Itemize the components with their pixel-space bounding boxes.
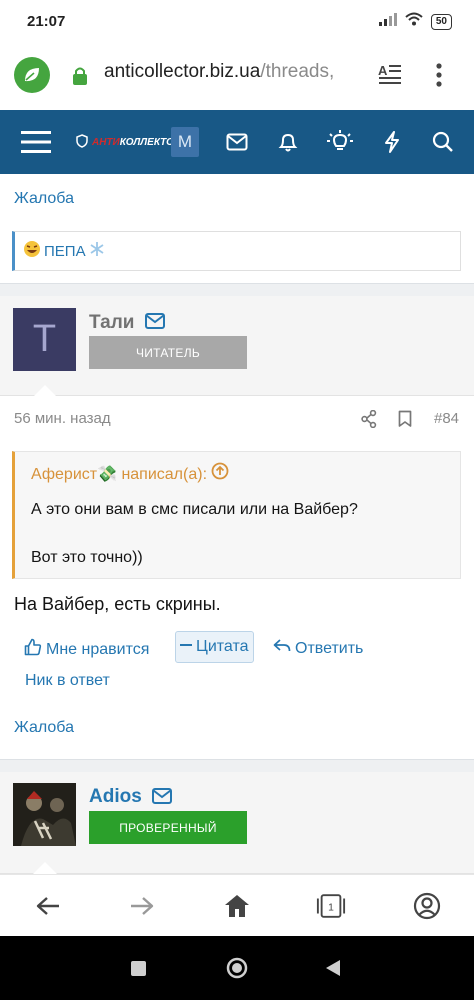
reply-label: Ответить — [295, 639, 364, 657]
go-to-quote-icon[interactable] — [211, 462, 229, 485]
reply-button[interactable]: Ответить — [273, 638, 363, 659]
url-host: anticollector.biz.ua — [104, 61, 261, 82]
next-user-avatar[interactable] — [13, 783, 76, 846]
activity-bolt-icon[interactable] — [376, 126, 408, 158]
quote-line-1: А это они вам в смс писали или на Вайбер… — [31, 501, 358, 518]
status-time: 21:07 — [27, 13, 66, 30]
forum-navbar: АНТИКОЛЛЕКТОР M — [0, 110, 474, 174]
quote-header[interactable]: Аферист💸 написал(а): — [31, 462, 229, 485]
tab-count: 1 — [328, 903, 334, 914]
snowflake-icon — [89, 241, 105, 261]
like-button[interactable]: Мне нравится — [24, 638, 149, 661]
search-icon[interactable] — [427, 126, 459, 158]
back-triangle-icon[interactable] — [325, 959, 341, 982]
thumbs-up-icon — [24, 638, 42, 661]
user-role-banner: ЧИТАТЕЛЬ — [89, 336, 247, 369]
browser-bottom-nav: 1 — [0, 874, 474, 936]
url-path: /threads, — [260, 61, 335, 82]
logo-prefix: АНТИ — [92, 137, 120, 148]
user-avatar[interactable]: Т — [13, 308, 76, 371]
post-number[interactable]: #84 — [434, 410, 459, 427]
home-icon[interactable] — [222, 891, 252, 921]
like-label: Мне нравится — [46, 640, 150, 658]
site-logo[interactable]: АНТИКОЛЛЕКТОР — [76, 134, 181, 151]
user-menu-button[interactable]: M — [171, 127, 199, 157]
post-username[interactable]: Тали — [89, 312, 134, 334]
mention-button[interactable]: Ник в ответ — [25, 672, 110, 690]
next-post-username[interactable]: Adios — [89, 786, 142, 808]
system-nav-bar — [0, 936, 474, 1000]
alerts-bell-icon[interactable] — [272, 126, 304, 158]
reader-mode-icon[interactable]: A — [378, 62, 404, 91]
header-notch — [33, 385, 57, 397]
share-icon[interactable] — [361, 409, 377, 433]
post-body: На Вайбер, есть скрины. — [14, 594, 221, 614]
browser-menu-icon[interactable] — [435, 62, 443, 93]
profile-icon[interactable] — [412, 891, 442, 921]
start-conversation-icon[interactable] — [145, 313, 165, 334]
next-user-role-banner: ПРОВЕРЕННЫЙ — [89, 811, 247, 844]
svg-text:A: A — [378, 63, 388, 78]
status-bar: 21:07 50 — [0, 0, 474, 44]
wifi-icon — [405, 12, 423, 31]
whats-new-bulb-icon[interactable] — [324, 126, 356, 158]
report-link[interactable]: Жалоба — [14, 719, 74, 737]
quote-author: Аферист💸 написал(а): — [31, 465, 208, 483]
back-arrow-icon[interactable] — [33, 891, 63, 921]
signal-icon — [378, 12, 397, 31]
signature-text[interactable]: ПЕПА — [44, 243, 86, 260]
bookmark-icon[interactable] — [398, 410, 412, 433]
browser-address-bar: anticollector.biz.ua/threads, A — [0, 44, 474, 110]
lock-icon[interactable] — [72, 66, 88, 91]
forward-arrow-icon[interactable] — [127, 891, 157, 921]
report-link-prev[interactable]: Жалоба — [14, 190, 74, 208]
recents-square-icon[interactable] — [131, 961, 146, 976]
quote-line-2: Вот это точно)) — [31, 549, 143, 566]
home-circle-icon[interactable] — [226, 957, 248, 984]
laughing-emoji-icon — [23, 240, 41, 262]
next-header-notch — [33, 862, 57, 874]
mention-label: Ник в ответ — [25, 672, 110, 689]
quote-button[interactable]: Цитата — [175, 631, 254, 663]
next-start-conversation-icon[interactable] — [152, 788, 172, 809]
reply-arrow-icon — [273, 638, 291, 659]
quote-label: Цитата — [196, 638, 249, 655]
battery-indicator: 50 — [430, 13, 452, 30]
logo-shield-icon — [76, 134, 88, 151]
avatar-letter: Т — [32, 318, 57, 360]
minus-icon — [180, 638, 192, 656]
post-time[interactable]: 56 мин. назад — [14, 410, 111, 427]
browser-logo-icon[interactable] — [14, 57, 50, 93]
hamburger-menu-icon[interactable] — [20, 126, 52, 158]
tabs-icon[interactable]: 1 — [316, 891, 346, 921]
signature-block: ПЕПА — [12, 231, 461, 271]
url-field[interactable]: anticollector.biz.ua/threads, — [104, 61, 366, 83]
conversations-icon[interactable] — [221, 126, 253, 158]
quote-block: Аферист💸 написал(а): А это они вам в смс… — [12, 451, 461, 579]
